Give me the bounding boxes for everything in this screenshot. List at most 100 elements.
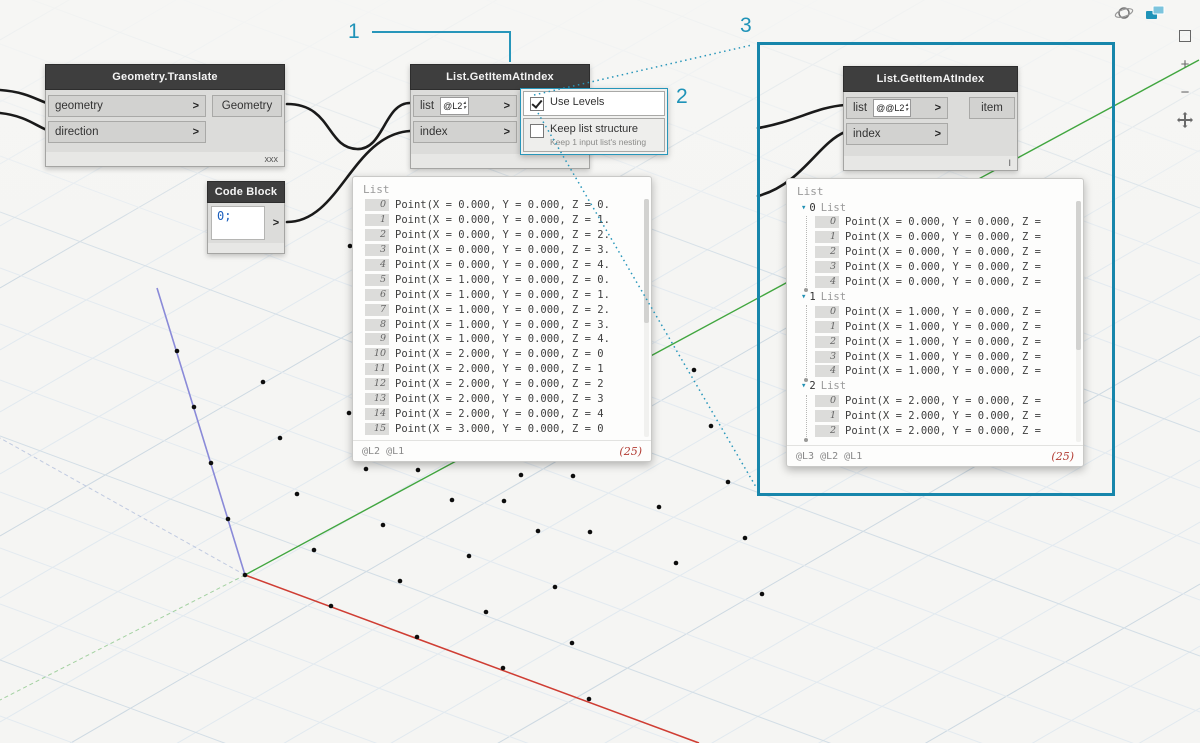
row-index: 1	[815, 231, 839, 244]
list-row: 3 Point(X = 1.000, Y = 0.000, Z =	[815, 349, 1075, 364]
port-arrow-icon: >	[934, 102, 941, 114]
port-input-index[interactable]: index >	[413, 121, 517, 143]
node-code-block[interactable]: Code Block 0; >	[207, 181, 285, 254]
use-levels-checkbox[interactable]	[530, 97, 544, 111]
geometry-views-icon[interactable]	[1144, 3, 1166, 23]
preview-bubble-right[interactable]: List ▾ 0 List 0 Point(X = 0.000, Y = 0.000, …	[786, 178, 1084, 467]
stepper-arrows-icon[interactable]: ▴ ▾	[905, 102, 908, 113]
lacing-indicator[interactable]: xxx	[45, 152, 285, 167]
row-index: 2	[365, 229, 389, 242]
row-text: Point(X = 2.000, Y = 0.000, Z = 0	[395, 348, 604, 361]
row-text: Point(X = 1.000, Y = 0.000, Z = 2.	[395, 303, 610, 316]
port-output-geometry[interactable]: Geometry	[212, 95, 282, 117]
lacing-indicator[interactable]: I	[843, 156, 1018, 171]
port-input-index[interactable]: index >	[846, 123, 948, 145]
keep-list-structure-label: Keep list structure	[550, 123, 639, 135]
port-input-list[interactable]: list @@L2 ▴ ▾ >	[846, 97, 948, 119]
list-row: 4 Point(X = 0.000, Y = 0.000, Z = 4.	[365, 258, 643, 273]
port-label: direction	[55, 126, 99, 138]
scrollbar[interactable]	[644, 199, 649, 437]
row-index: 10	[365, 348, 389, 361]
row-index: 11	[365, 363, 389, 376]
row-text: Point(X = 1.000, Y = 0.000, Z =	[845, 305, 1041, 318]
orbit-icon[interactable]	[1114, 3, 1134, 23]
port-output-code[interactable]: >	[268, 203, 284, 243]
scrollbar[interactable]	[1076, 201, 1081, 442]
axis-negative-dashed	[0, 437, 246, 576]
level-stepper[interactable]: @L2 ▴ ▾	[440, 97, 469, 115]
list-group: ▾ 1 List 0 Point(X = 1.000, Y = 0.000, Z = 1 P…	[799, 289, 1075, 383]
port-input-geometry[interactable]: geometry >	[48, 95, 206, 117]
row-text: Point(X = 0.000, Y = 0.000, Z = 4.	[395, 259, 610, 271]
row-index: 12	[365, 378, 389, 391]
list-row: 10 Point(X = 2.000, Y = 0.000, Z = 0	[365, 347, 643, 362]
list-row: 3 Point(X = 0.000, Y = 0.000, Z =	[815, 260, 1075, 275]
list-row: 4 Point(X = 1.000, Y = 0.000, Z =	[815, 364, 1075, 379]
node-title[interactable]: List.GetItemAtIndex	[410, 64, 590, 90]
keep-list-structure-checkbox[interactable]	[530, 124, 544, 138]
port-label: geometry	[55, 100, 103, 112]
dynamo-canvas[interactable]: Geometry.Translate geometry > direction …	[0, 0, 1200, 743]
node-footer	[410, 154, 590, 169]
list-row: 9 Point(X = 1.000, Y = 0.000, Z = 4.	[365, 332, 643, 347]
list-group: ▾ 0 List 0 Point(X = 0.000, Y = 0.000, Z = 1 P…	[799, 200, 1075, 293]
row-text: Point(X = 0.000, Y = 0.000, Z =	[845, 276, 1041, 288]
zoom-out-button[interactable]: −	[1175, 82, 1195, 102]
list-row: 11 Point(X = 2.000, Y = 0.000, Z = 1	[365, 362, 643, 377]
row-index: 8	[365, 318, 389, 331]
list-row: 7 Point(X = 1.000, Y = 0.000, Z = 2.	[365, 302, 643, 317]
port-input-list[interactable]: list @L2 ▴ ▾ >	[413, 95, 517, 117]
row-text: Point(X = 1.000, Y = 0.000, Z = 4.	[395, 333, 610, 346]
row-index: 3	[815, 261, 839, 274]
keep-list-structure-option[interactable]: Keep list structure Keep 1 input list's …	[523, 118, 665, 152]
port-output-item[interactable]: item	[969, 97, 1015, 119]
item-count: (25)	[1051, 449, 1074, 463]
use-levels-popup[interactable]: Use Levels Keep list structure Keep 1 in…	[520, 88, 668, 155]
list-row: 1 Point(X = 0.000, Y = 0.000, Z =	[815, 230, 1075, 245]
list-row: 2 Point(X = 0.000, Y = 0.000, Z = 2.	[365, 228, 643, 243]
node-geometry-translate[interactable]: Geometry.Translate geometry > direction …	[45, 64, 285, 167]
row-text: Point(X = 0.000, Y = 0.000, Z =	[845, 216, 1041, 229]
node-title[interactable]: List.GetItemAtIndex	[843, 66, 1018, 92]
keep-list-structure-hint: Keep 1 input list's nesting	[550, 137, 647, 147]
row-text: Point(X = 3.000, Y = 0.000, Z = 0	[395, 422, 604, 435]
stepper-arrows-icon[interactable]: ▴ ▾	[463, 100, 466, 111]
use-levels-label: Use Levels	[550, 96, 605, 108]
list-row: 3 Point(X = 0.000, Y = 0.000, Z = 3.	[365, 243, 643, 258]
collapse-icon[interactable]: ▾	[801, 381, 806, 391]
list-group: ▾ 2 List 0 Point(X = 2.000, Y = 0.000, Z = 1 P…	[799, 379, 1075, 442]
list-row: 0 Point(X = 2.000, Y = 0.000, Z =	[815, 394, 1075, 409]
zoom-fit-icon	[1179, 30, 1191, 42]
node-list-getitematindex-zoomed[interactable]: List.GetItemAtIndex list @@L2 ▴ ▾ > index…	[843, 66, 1018, 171]
row-index: 4	[815, 276, 839, 288]
use-levels-option[interactable]: Use Levels	[523, 91, 665, 116]
list-row: 0 Point(X = 0.000, Y = 0.000, Z =	[815, 215, 1075, 230]
row-text: Point(X = 1.000, Y = 0.000, Z =	[845, 320, 1041, 333]
pan-button[interactable]	[1175, 110, 1195, 130]
level-tags: @L3 @L2 @L1	[796, 450, 863, 462]
collapse-icon[interactable]: ▾	[801, 203, 806, 213]
port-label: index	[853, 128, 881, 140]
row-text: Point(X = 1.000, Y = 0.000, Z = 3.	[395, 318, 610, 331]
row-index: 1	[365, 214, 389, 227]
node-title[interactable]: Code Block	[207, 181, 285, 203]
list-row: 8 Point(X = 1.000, Y = 0.000, Z = 3.	[365, 317, 643, 332]
axis-x-red	[244, 574, 700, 743]
row-index: 5	[365, 273, 389, 286]
collapse-icon[interactable]: ▾	[801, 292, 806, 302]
node-title[interactable]: Geometry.Translate	[45, 64, 285, 90]
group-header[interactable]: ▾ 1 List	[801, 289, 1075, 304]
port-input-direction[interactable]: direction >	[48, 121, 206, 143]
group-header[interactable]: ▾ 2 List	[801, 379, 1075, 394]
level-stepper[interactable]: @@L2 ▴ ▾	[873, 99, 912, 117]
row-index: 3	[365, 244, 389, 257]
zoom-fit-button[interactable]	[1175, 26, 1195, 46]
port-label: index	[420, 126, 448, 138]
code-block-input[interactable]: 0;	[211, 206, 265, 240]
preview-bubble-left[interactable]: List 0 Point(X = 0.000, Y = 0.000, Z = 0.…	[352, 176, 652, 462]
row-text: Point(X = 2.000, Y = 0.000, Z = 1	[395, 363, 604, 376]
zoom-in-button[interactable]: +	[1175, 54, 1195, 74]
list-row: 0 Point(X = 1.000, Y = 0.000, Z =	[815, 304, 1075, 319]
row-text: Point(X = 1.000, Y = 0.000, Z =	[845, 335, 1041, 348]
group-header[interactable]: ▾ 0 List	[801, 200, 1075, 215]
